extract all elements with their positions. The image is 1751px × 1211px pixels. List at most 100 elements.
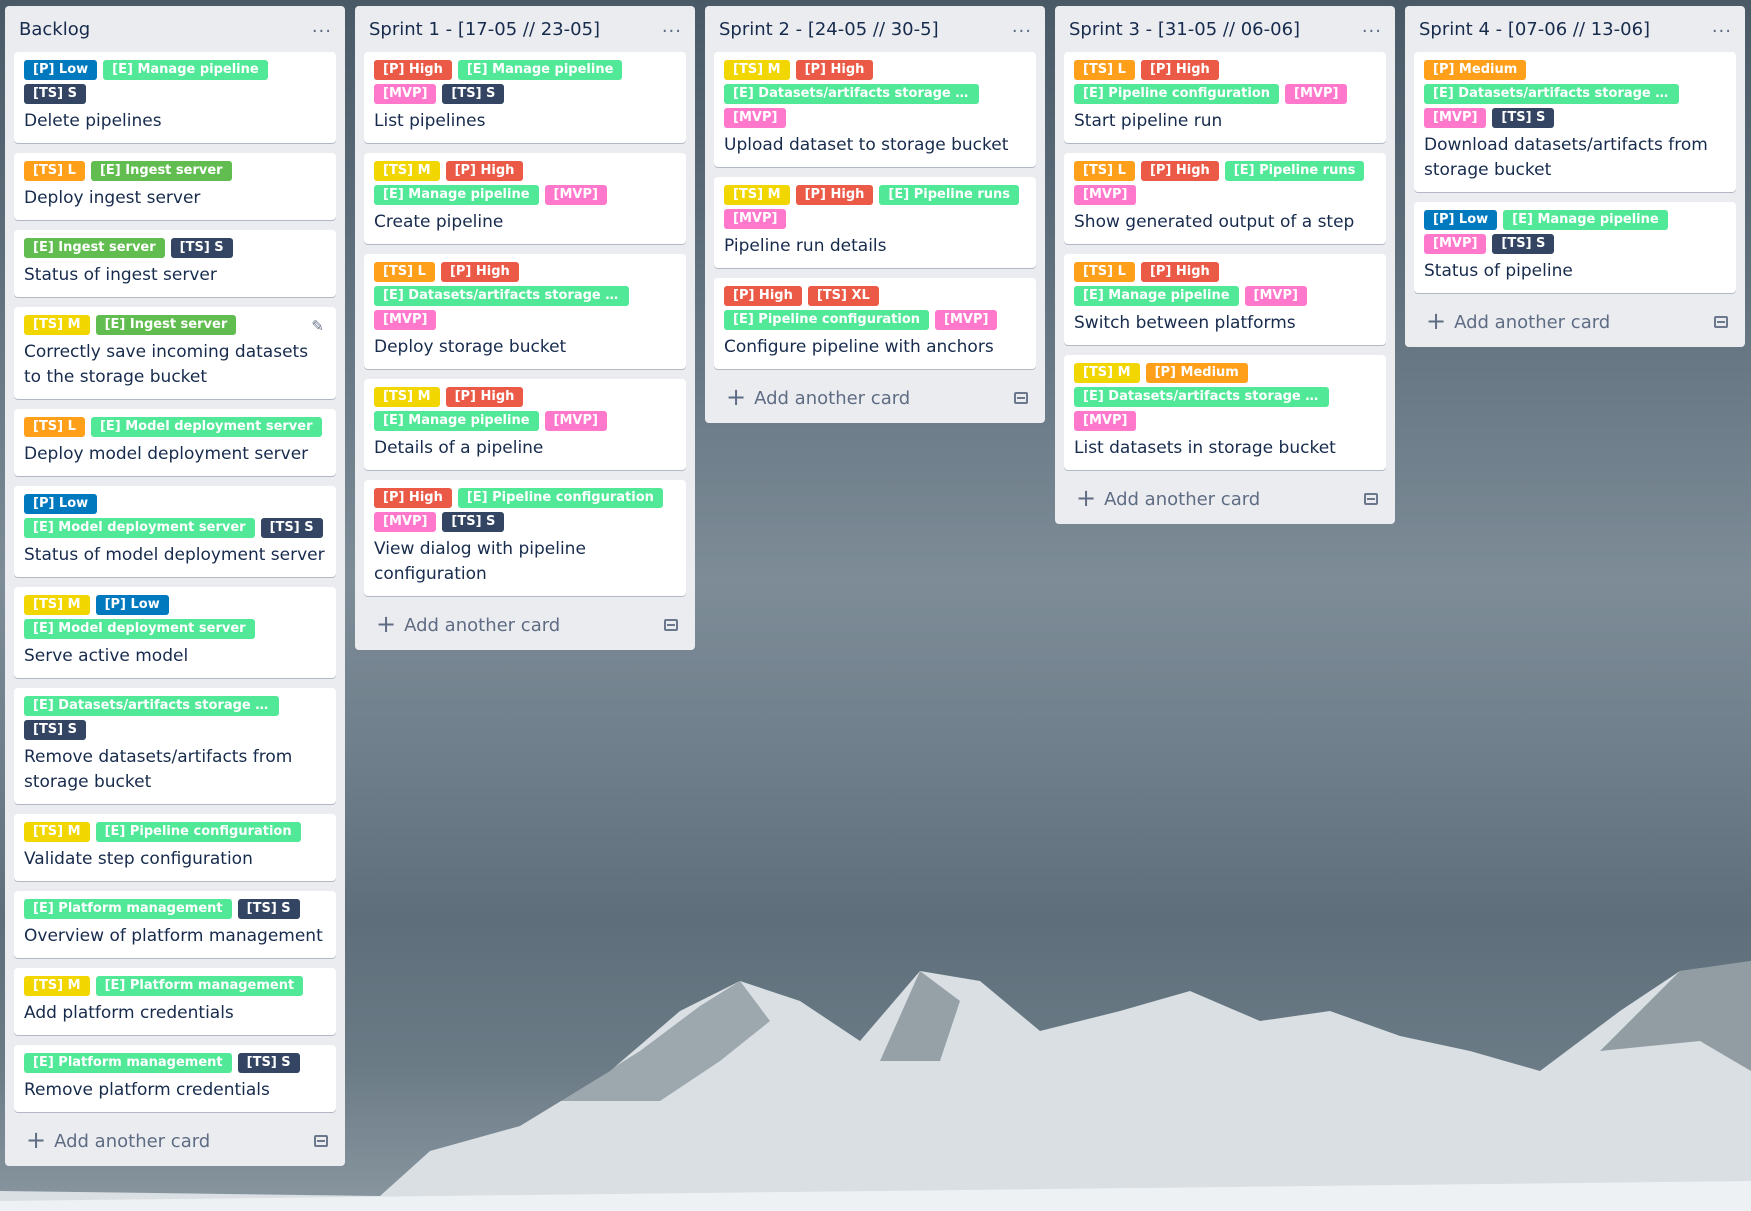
card-label[interactable]: [MVP] bbox=[724, 209, 787, 229]
card-label[interactable]: [E] Ingest server bbox=[24, 238, 165, 258]
card-title[interactable]: Switch between platforms bbox=[1074, 311, 1376, 336]
card-title[interactable]: Correctly save incoming datasets to the … bbox=[24, 340, 326, 390]
card-label[interactable]: [E] Datasets/artifacts storage bu... bbox=[724, 84, 979, 104]
template-card-icon[interactable] bbox=[1014, 392, 1028, 404]
card[interactable]: [TS] L [E] Ingest server Deploy ingest ser… bbox=[14, 153, 336, 220]
card-label[interactable]: [TS] L bbox=[24, 417, 85, 437]
list-menu-icon[interactable]: ... bbox=[312, 16, 332, 37]
card-label[interactable]: [TS] S bbox=[24, 720, 87, 740]
add-card-button[interactable]: + Add another card bbox=[364, 606, 686, 644]
card-title[interactable]: Status of ingest server bbox=[24, 263, 326, 288]
card-label[interactable]: [TS] S bbox=[442, 84, 505, 104]
template-card-icon[interactable] bbox=[664, 619, 678, 631]
card-title[interactable]: Deploy model deployment server bbox=[24, 442, 326, 467]
card-label[interactable]: [MVP] bbox=[1244, 286, 1307, 306]
list-menu-icon[interactable]: ... bbox=[1012, 16, 1032, 37]
card-label[interactable]: [E] Platform management bbox=[95, 976, 304, 996]
card[interactable]: [TS] L [P] High [E] Pipeline configuration… bbox=[1064, 52, 1386, 143]
list-title[interactable]: Sprint 4 - [07-06 // 13-06] bbox=[1419, 19, 1650, 40]
card-label[interactable]: [TS] S bbox=[237, 1053, 300, 1073]
card-label[interactable]: [TS] M bbox=[374, 161, 440, 181]
card-label[interactable]: [P] High bbox=[1140, 60, 1219, 80]
card[interactable]: [P] High [E] Pipeline configuration [MVP][… bbox=[364, 480, 686, 596]
card-title[interactable]: Deploy ingest server bbox=[24, 186, 326, 211]
card-label[interactable]: [E] Pipeline configuration bbox=[95, 822, 301, 842]
card-label[interactable]: [E] Manage pipeline bbox=[374, 411, 539, 431]
card-label[interactable]: [E] Pipeline runs bbox=[879, 185, 1019, 205]
card-label[interactable]: [TS] S bbox=[237, 899, 300, 919]
card-label[interactable]: [TS] S bbox=[24, 84, 87, 104]
add-card-button[interactable]: + Add another card bbox=[714, 379, 1036, 417]
list-title[interactable]: Backlog bbox=[19, 19, 90, 40]
card[interactable]: [P] Low [E] Manage pipeline [TS] S Delete p… bbox=[14, 52, 336, 143]
template-card-icon[interactable] bbox=[1364, 493, 1378, 505]
card-title[interactable]: Upload dataset to storage bucket bbox=[724, 133, 1026, 158]
card-label[interactable]: [E] Manage pipeline bbox=[1503, 210, 1668, 230]
card-label[interactable]: [TS] L bbox=[1074, 60, 1135, 80]
card-title[interactable]: Add platform credentials bbox=[24, 1001, 326, 1026]
card-label[interactable]: [TS] S bbox=[260, 518, 323, 538]
card-label[interactable]: [E] Pipeline configuration bbox=[457, 488, 663, 508]
add-card-button[interactable]: + Add another card bbox=[14, 1122, 336, 1160]
edit-pencil-icon[interactable]: ✎ bbox=[311, 317, 324, 335]
card-label[interactable]: [MVP] bbox=[1424, 234, 1487, 254]
card-label[interactable]: [E] Datasets/artifacts storage bu... bbox=[374, 286, 629, 306]
card[interactable]: [P] Medium [E] Datasets/artifacts storage… bbox=[1414, 52, 1736, 192]
card-label[interactable]: [TS] M bbox=[1074, 363, 1140, 383]
card[interactable]: [TS] M [P] High [E] Manage pipeline [MVP] De… bbox=[364, 379, 686, 470]
card-label[interactable]: [TS] XL bbox=[807, 286, 879, 306]
card-label[interactable]: [E] Pipeline configuration bbox=[724, 310, 930, 330]
card-label[interactable]: [E] Model deployment server bbox=[90, 417, 322, 437]
card-title[interactable]: Remove platform credentials bbox=[24, 1078, 326, 1103]
list-menu-icon[interactable]: ... bbox=[662, 16, 682, 37]
card-label[interactable]: [E] Ingest server bbox=[90, 161, 232, 181]
card-title[interactable]: Start pipeline run bbox=[1074, 109, 1376, 134]
card[interactable]: [TS] M [E] Ingest server Correctly save in… bbox=[14, 307, 336, 399]
card-label[interactable]: [MVP] bbox=[724, 108, 787, 128]
card-label[interactable]: [E] Manage pipeline bbox=[457, 60, 623, 80]
card-label[interactable]: [MVP] bbox=[1074, 185, 1137, 205]
card-label[interactable]: [E] Model deployment server bbox=[24, 619, 255, 639]
card[interactable]: [TS] M [E] Pipeline configuration Validate… bbox=[14, 814, 336, 881]
card-label[interactable]: [MVP] bbox=[544, 411, 607, 431]
card-title[interactable]: Download datasets/artifacts from storage… bbox=[1424, 133, 1726, 183]
card-label[interactable]: [P] Low bbox=[95, 595, 169, 615]
card-label[interactable]: [MVP] bbox=[544, 185, 607, 205]
card-label[interactable]: [MVP] bbox=[935, 310, 998, 330]
card[interactable]: [TS] M [P] High [E] Pipeline runs [MVP] Pipe… bbox=[714, 177, 1036, 268]
card-title[interactable]: Validate step configuration bbox=[24, 847, 326, 872]
card[interactable]: [TS] M [P] Medium [E] Datasets/artifacts s… bbox=[1064, 355, 1386, 470]
card-label[interactable]: [TS] L bbox=[1074, 161, 1135, 181]
card-title[interactable]: Serve active model bbox=[24, 644, 326, 669]
card[interactable]: [TS] L [P] High [E] Datasets/artifacts sto… bbox=[364, 254, 686, 369]
card-label[interactable]: [P] High bbox=[374, 488, 452, 508]
card-title[interactable]: Details of a pipeline bbox=[374, 436, 676, 461]
card-title[interactable]: Status of pipeline bbox=[1424, 259, 1726, 284]
card[interactable]: [E] Ingest server [TS] S Status of ingest … bbox=[14, 230, 336, 297]
card-label[interactable]: [E] Pipeline configuration bbox=[1074, 84, 1280, 104]
card-label[interactable]: [TS] M bbox=[724, 60, 790, 80]
card-title[interactable]: Delete pipelines bbox=[24, 109, 326, 134]
card-label[interactable]: [P] Medium bbox=[1145, 363, 1248, 383]
card[interactable]: [E] Datasets/artifacts storage bu... [TS]… bbox=[14, 688, 336, 804]
card[interactable]: [TS] L [P] High [E] Manage pipeline [MVP] Sw… bbox=[1064, 254, 1386, 345]
card-label[interactable]: [TS] M bbox=[24, 976, 90, 996]
card[interactable]: [P] Low [E] Manage pipeline [MVP] [TS] S Sta… bbox=[1414, 202, 1736, 293]
card-label[interactable]: [E] Manage pipeline bbox=[374, 185, 539, 205]
card-label[interactable]: [P] High bbox=[445, 161, 524, 181]
card-label[interactable]: [P] High bbox=[440, 262, 519, 282]
card[interactable]: [TS] M [P] Low [E] Model deployment server… bbox=[14, 587, 336, 678]
card-label[interactable]: [TS] L bbox=[1074, 262, 1135, 282]
list-title[interactable]: Sprint 3 - [31-05 // 06-06] bbox=[1069, 19, 1300, 40]
card[interactable]: [E] Platform management [TS] S Remove plat… bbox=[14, 1045, 336, 1112]
card[interactable]: [TS] M [P] High [E] Manage pipeline [MVP] Cr… bbox=[364, 153, 686, 244]
card-title[interactable]: List datasets in storage bucket bbox=[1074, 436, 1376, 461]
card-label[interactable]: [P] High bbox=[374, 60, 452, 80]
card-label[interactable]: [E] Platform management bbox=[24, 1053, 232, 1073]
card-label[interactable]: [TS] S bbox=[170, 238, 233, 258]
add-card-button[interactable]: + Add another card bbox=[1064, 480, 1386, 518]
card-label[interactable]: [P] High bbox=[1140, 161, 1219, 181]
card-label[interactable]: [E] Manage pipeline bbox=[103, 60, 268, 80]
card-label[interactable]: [E] Datasets/artifacts storage bu... bbox=[24, 696, 279, 716]
card-title[interactable]: List pipelines bbox=[374, 109, 676, 134]
